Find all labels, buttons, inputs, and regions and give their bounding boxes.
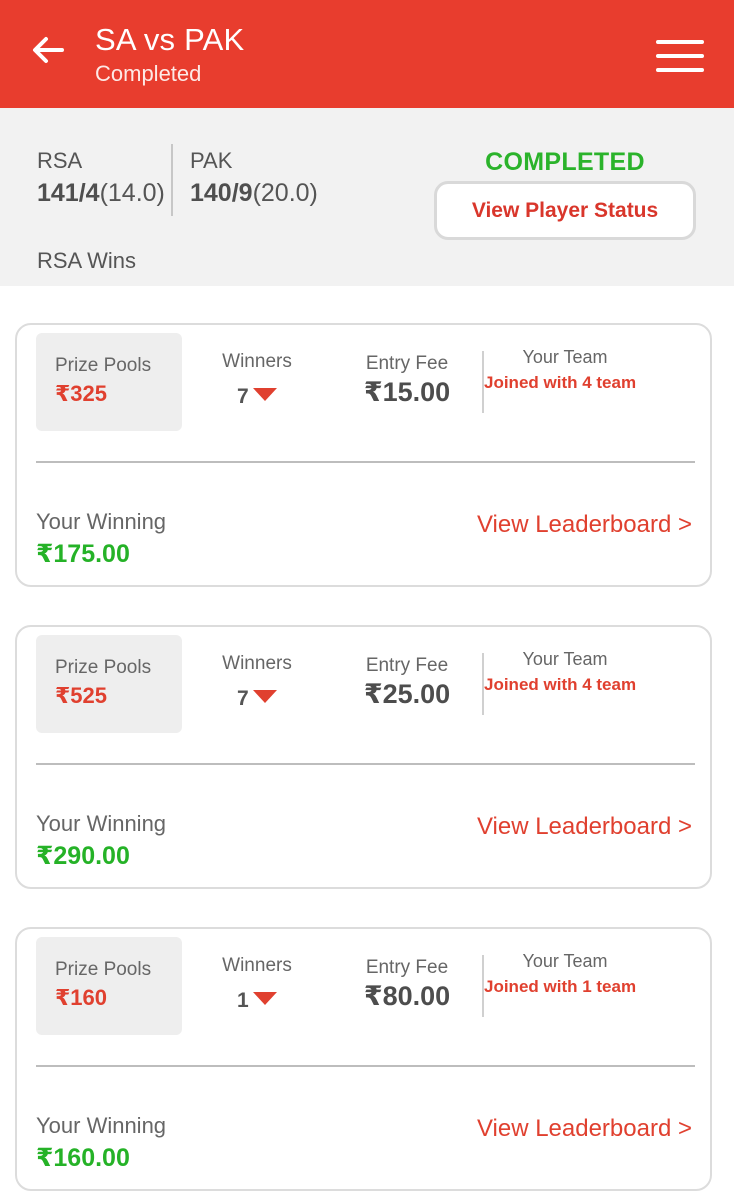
entry-fee-label: Entry Fee: [365, 655, 449, 676]
winners-count: 1: [237, 989, 249, 1012]
your-winning-label: Your Winning: [36, 811, 167, 836]
team-divider: [171, 144, 173, 216]
entry-fee-value: ₹80.00: [363, 981, 451, 1011]
joined-teams-text: Joined with 4 team: [484, 373, 637, 392]
caret-down-icon[interactable]: [253, 690, 277, 704]
hamburger-menu-icon[interactable]: [656, 40, 704, 74]
joined-teams-text: Joined with 1 team: [484, 977, 637, 996]
joined-teams-text: Joined with 4 team: [484, 675, 637, 694]
your-winning-value: ₹290.00: [36, 842, 130, 870]
prize-pool-label: Prize Pools: [55, 657, 152, 678]
arrow-left-icon[interactable]: [28, 30, 68, 70]
your-winning-label: Your Winning: [36, 1113, 167, 1138]
team2-overs: (20.0): [252, 179, 318, 207]
your-winning-value: ₹160.00: [36, 1144, 130, 1172]
app-header: SA vs PAK Completed: [0, 0, 734, 108]
entry-fee-value: ₹15.00: [363, 377, 451, 407]
entry-fee-label: Entry Fee: [365, 957, 449, 978]
team2-score: 140/9(20.0): [190, 179, 318, 208]
team1-score: 141/4(14.0): [37, 179, 165, 208]
caret-down-icon[interactable]: [253, 388, 277, 402]
your-winning-value: ₹175.00: [36, 540, 130, 568]
prize-pool-box: Prize Pools ₹160: [36, 937, 182, 1035]
contest-card: Prize Pools ₹160 Winners 1 Entry Fee ₹80.00 Yo…: [15, 927, 712, 1191]
winners-label: Winners: [222, 351, 292, 372]
winners-count: 7: [237, 385, 249, 408]
team1-runs: 141/4: [37, 179, 100, 207]
contest-card: Prize Pools ₹325 Winners 7 Entry Fee ₹15.00 Yo…: [15, 323, 712, 587]
team1-overs: (14.0): [99, 179, 165, 207]
card-divider: [36, 763, 695, 765]
your-team-label: Your Team: [522, 649, 608, 669]
team2-name: PAK: [190, 148, 233, 173]
team2-runs: 140/9: [190, 179, 253, 207]
prize-pool-box: Prize Pools ₹325: [36, 333, 182, 431]
entry-fee-label: Entry Fee: [365, 353, 449, 374]
match-status-subtitle: Completed: [95, 61, 202, 86]
view-player-status-button[interactable]: View Player Status: [434, 181, 696, 240]
entry-fee-value: ₹25.00: [363, 679, 451, 709]
prize-pool-box: Prize Pools ₹525: [36, 635, 182, 733]
your-winning-label: Your Winning: [36, 509, 167, 534]
contest-card: Prize Pools ₹525 Winners 7 Entry Fee ₹25.00 Yo…: [15, 625, 712, 889]
card-divider: [36, 461, 695, 463]
team1-name: RSA: [37, 148, 83, 173]
card-divider: [36, 1065, 695, 1067]
winners-count: 7: [237, 687, 249, 710]
prize-pool-value: ₹160: [55, 985, 108, 1010]
match-result: RSA Wins: [37, 248, 137, 273]
prize-pool-label: Prize Pools: [55, 355, 152, 376]
page-title: SA vs PAK: [95, 22, 245, 57]
your-team-label: Your Team: [522, 347, 608, 367]
match-score-panel: RSA 141/4(14.0) PAK 140/9(20.0) COMPLETE…: [0, 108, 734, 286]
prize-pool-label: Prize Pools: [55, 959, 152, 980]
winners-label: Winners: [222, 955, 292, 976]
view-leaderboard-link[interactable]: View Leaderboard >: [477, 511, 692, 539]
caret-down-icon[interactable]: [253, 992, 277, 1006]
your-team-label: Your Team: [522, 951, 608, 971]
view-leaderboard-link[interactable]: View Leaderboard >: [477, 1115, 692, 1143]
match-status-label: COMPLETED: [485, 148, 645, 176]
view-leaderboard-link[interactable]: View Leaderboard >: [477, 813, 692, 841]
winners-label: Winners: [222, 653, 292, 674]
prize-pool-value: ₹525: [55, 683, 108, 708]
prize-pool-value: ₹325: [55, 381, 108, 406]
